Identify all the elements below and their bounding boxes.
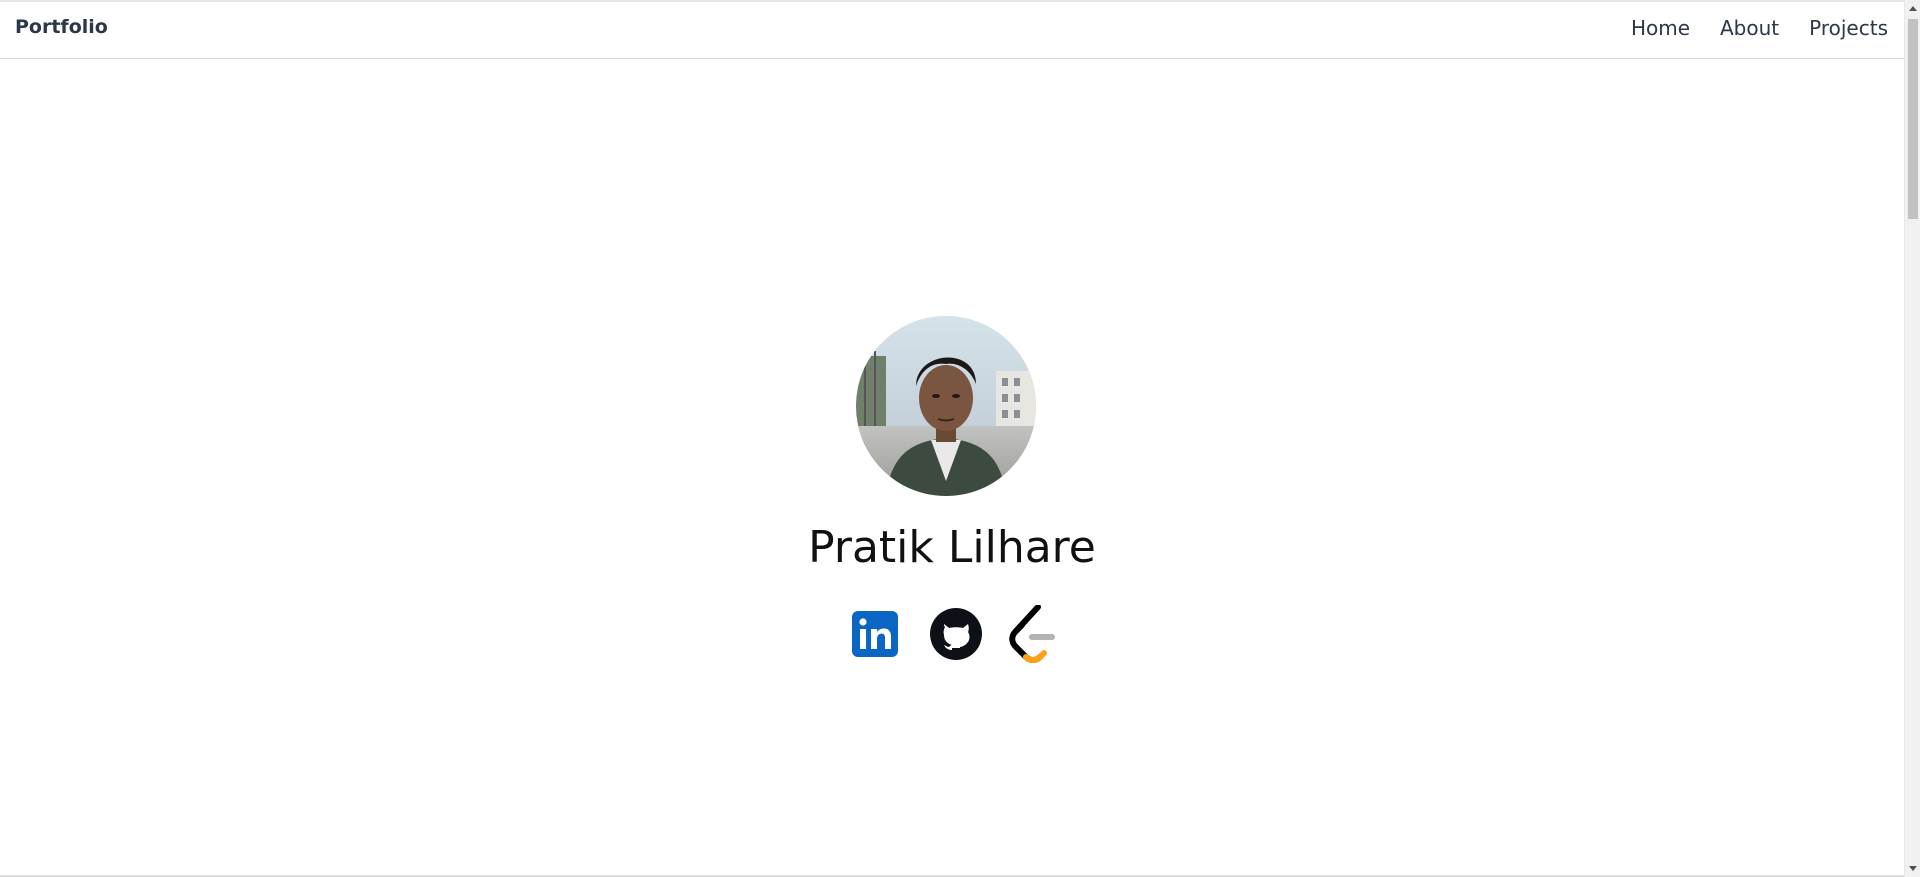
scroll-thumb[interactable] — [1908, 19, 1918, 219]
navbar: Portfolio Home About Projects — [0, 2, 1904, 59]
brand-link[interactable]: Portfolio — [15, 16, 108, 38]
scroll-down-icon[interactable] — [1909, 866, 1917, 871]
linkedin-link[interactable] — [852, 605, 902, 663]
github-icon — [930, 608, 982, 660]
github-link[interactable] — [930, 605, 982, 663]
leetcode-icon — [1009, 605, 1055, 663]
linkedin-icon — [852, 611, 898, 657]
scroll-up-icon[interactable] — [1909, 6, 1917, 11]
leetcode-link[interactable] — [1008, 605, 1058, 663]
social-links — [852, 605, 1058, 663]
avatar — [856, 316, 1036, 496]
nav-home-link[interactable]: Home — [1631, 16, 1690, 40]
nav-projects-link[interactable]: Projects — [1809, 16, 1888, 40]
profile-name: Pratik Lilhare — [808, 522, 1096, 573]
vertical-scrollbar[interactable] — [1904, 0, 1920, 877]
page: Portfolio Home About Projects Pratik Lil… — [0, 0, 1920, 877]
profile-photo — [856, 316, 1036, 496]
nav-about-link[interactable]: About — [1720, 16, 1779, 40]
nav-links: Home About Projects — [1631, 16, 1888, 40]
